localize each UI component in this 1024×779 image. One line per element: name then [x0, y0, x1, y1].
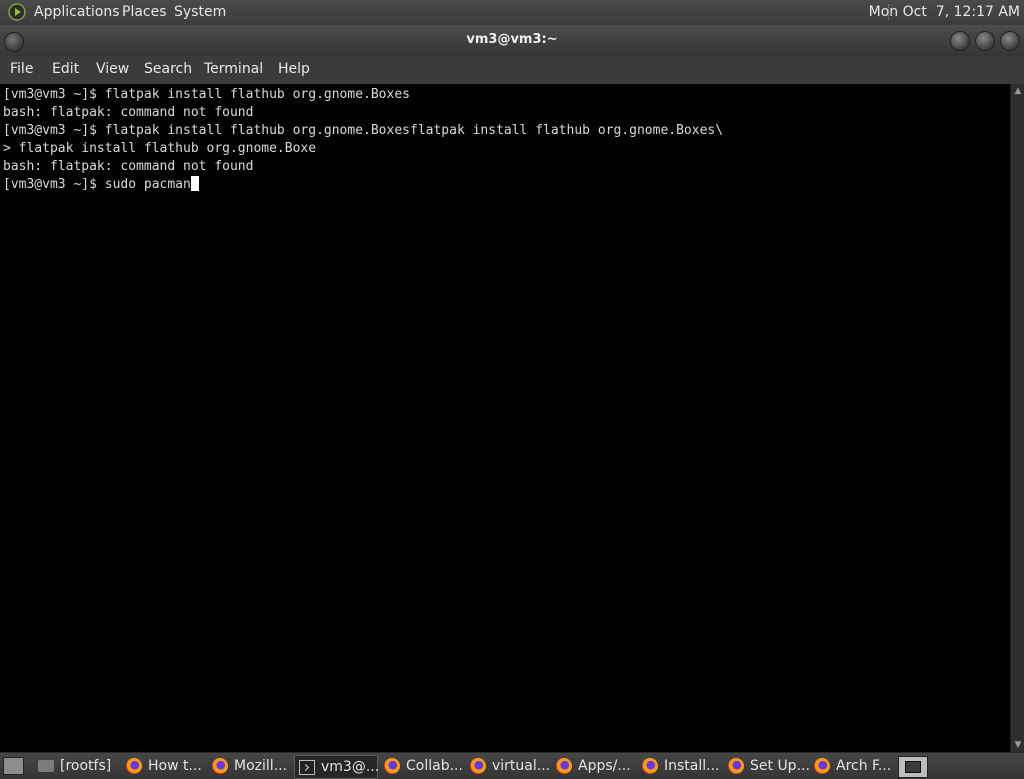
taskbar-item-label: [rootfs] — [60, 758, 112, 774]
taskbar-item-firefox[interactable]: Apps/... — [552, 755, 636, 777]
menu-view[interactable]: View — [96, 61, 129, 77]
applications-menu[interactable]: Applications — [34, 4, 120, 20]
taskbar-item-firefox[interactable]: Arch F... — [810, 755, 894, 777]
show-desktop-icon[interactable] — [3, 757, 24, 775]
firefox-icon — [814, 758, 830, 774]
places-menu[interactable]: Places — [122, 4, 167, 20]
menu-terminal[interactable]: Terminal — [204, 61, 263, 77]
taskbar-item-terminal[interactable]: vm3@... — [294, 755, 380, 779]
bottom-panel: [rootfs] How t... Mozill... vm3@... Coll… — [0, 752, 1024, 779]
clock[interactable]: Mon Oct 7, 12:17 AM — [869, 4, 1020, 20]
terminal-line: bash: flatpak: command not found — [3, 159, 254, 174]
terminal-area[interactable]: [vm3@vm3 ~]$ flatpak install flathub org… — [0, 84, 1010, 752]
taskbar-item-label: Install... — [664, 758, 720, 774]
terminal-current-input: [vm3@vm3 ~]$ sudo pacman — [3, 177, 191, 192]
taskbar-item-rootfs[interactable]: [rootfs] — [34, 755, 118, 777]
terminal-line: bash: flatpak: command not found — [3, 105, 254, 120]
top-panel: Applications Places System Mon Oct 7, 12… — [0, 0, 1024, 26]
workspace-switcher-icon[interactable] — [898, 756, 928, 778]
firefox-icon — [728, 758, 744, 774]
taskbar-item-label: How t... — [148, 758, 202, 774]
terminal-prompt-line: [vm3@vm3 ~]$ sudo pacman — [3, 176, 723, 194]
taskbar-item-label: vm3@... — [321, 759, 380, 775]
minimize-button[interactable] — [950, 31, 970, 51]
folder-icon — [38, 760, 54, 772]
taskbar-item-firefox[interactable]: How t... — [122, 755, 206, 777]
firefox-icon — [384, 758, 400, 774]
close-button[interactable] — [1000, 31, 1020, 51]
menu-file[interactable]: File — [10, 61, 33, 77]
firefox-icon — [126, 758, 142, 774]
menu-help[interactable]: Help — [278, 61, 310, 77]
maximize-button[interactable] — [975, 31, 995, 51]
taskbar-item-firefox[interactable]: Install... — [638, 755, 722, 777]
taskbar-item-firefox[interactable]: virtual... — [466, 755, 550, 777]
terminal-line: [vm3@vm3 ~]$ flatpak install flathub org… — [3, 87, 410, 102]
firefox-icon — [556, 758, 572, 774]
terminal-icon — [299, 760, 315, 775]
scroll-down-arrow-icon[interactable]: ▼ — [1011, 738, 1024, 752]
window-title: vm3@vm3:~ — [466, 32, 558, 47]
menu-search[interactable]: Search — [144, 61, 192, 77]
firefox-icon — [470, 758, 486, 774]
terminal-line: [vm3@vm3 ~]$ flatpak install flathub org… — [3, 123, 724, 138]
terminal-output: [vm3@vm3 ~]$ flatpak install flathub org… — [3, 86, 723, 194]
terminal-scrollbar[interactable]: ▲ ▼ — [1010, 84, 1024, 752]
taskbar-item-firefox[interactable]: Collab... — [380, 755, 464, 777]
system-menu[interactable]: System — [174, 4, 226, 20]
taskbar-item-firefox[interactable]: Set Up... — [724, 755, 810, 777]
taskbar-item-label: Mozill... — [234, 758, 288, 774]
taskbar-item-label: Apps/... — [578, 758, 631, 774]
taskbar-item-label: Arch F... — [836, 758, 892, 774]
firefox-icon — [212, 758, 228, 774]
menubar: File Edit View Search Terminal Help — [0, 56, 1024, 84]
firefox-icon — [642, 758, 658, 774]
text-cursor — [190, 176, 199, 191]
taskbar-item-label: Set Up... — [750, 758, 810, 774]
taskbar-item-label: virtual... — [492, 758, 551, 774]
scroll-up-arrow-icon[interactable]: ▲ — [1011, 84, 1024, 98]
terminal-line: > flatpak install flathub org.gnome.Boxe — [3, 141, 317, 156]
taskbar-item-firefox[interactable]: Mozill... — [208, 755, 292, 777]
menu-edit[interactable]: Edit — [52, 61, 79, 77]
window-titlebar[interactable]: vm3@vm3:~ — [0, 25, 1024, 56]
applications-logo-icon[interactable] — [8, 3, 26, 21]
taskbar-item-label: Collab... — [406, 758, 463, 774]
